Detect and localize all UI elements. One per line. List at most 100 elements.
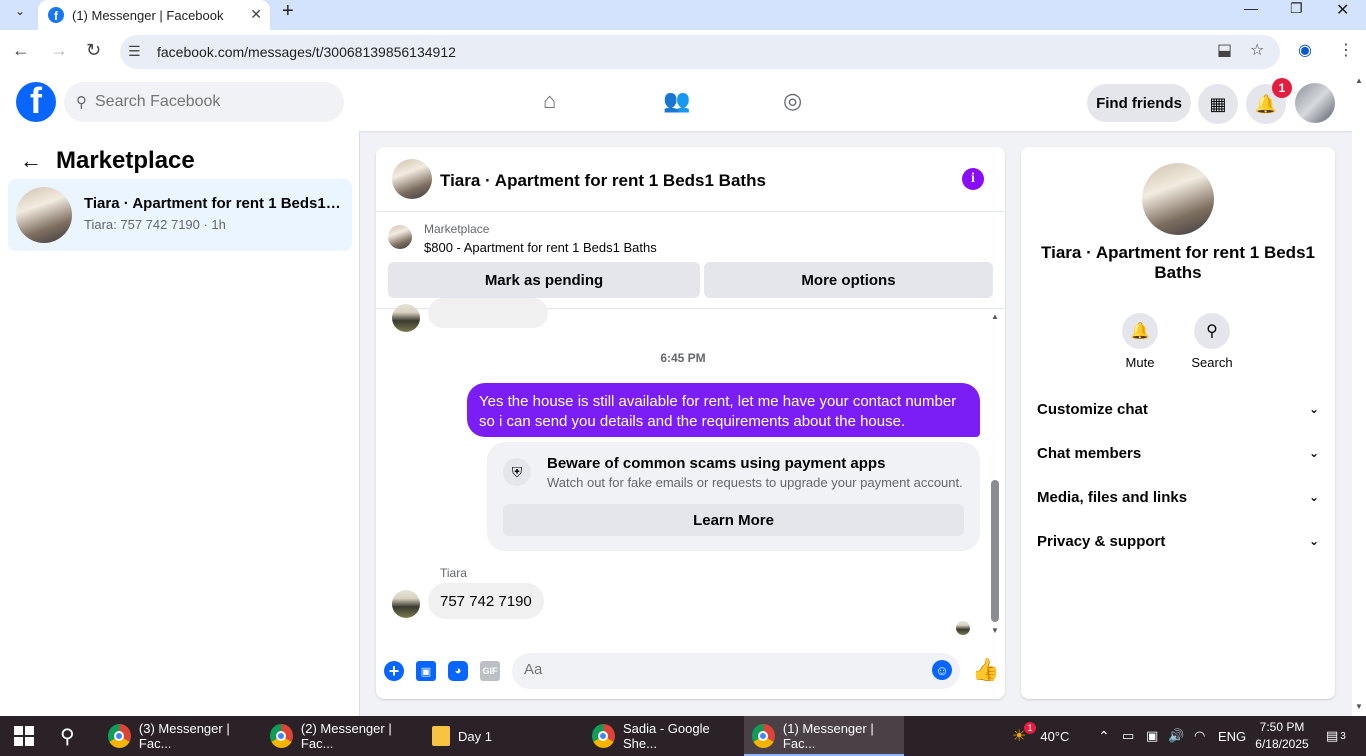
taskbar-item-label: (3) Messenger | Fac... — [138, 721, 230, 751]
tab-search-dropdown-icon[interactable]: ⌄ — [6, 0, 34, 22]
listing-mini-thumbnail — [388, 225, 412, 249]
taskbar-item-chrome-active[interactable]: (1) Messenger | Fac... — [744, 716, 904, 756]
url-text[interactable]: facebook.com/messages/t/3006813985613491… — [157, 44, 456, 60]
windows-start-icon[interactable] — [14, 726, 34, 746]
back-icon[interactable]: ← — [12, 40, 30, 61]
scam-warning-title: Beware of common scams using payment app… — [547, 455, 886, 472]
language-indicator[interactable]: ENG — [1218, 716, 1246, 756]
scroll-down-icon[interactable]: ▼ — [991, 626, 999, 635]
customize-chat-section[interactable]: Customize chat ⌄ — [1037, 397, 1319, 421]
sender-avatar[interactable] — [392, 590, 420, 618]
more-options-button[interactable]: More options — [704, 262, 993, 298]
profile-icon[interactable]: ◉ — [1298, 40, 1312, 60]
home-icon[interactable]: ⌂ — [543, 88, 556, 114]
taskbar-item-label: (1) Messenger | Fac... — [782, 721, 874, 751]
wifi-icon[interactable]: ◠ — [1194, 716, 1205, 756]
find-friends-button[interactable]: Find friends — [1087, 84, 1191, 122]
attach-image-icon[interactable]: ▣ — [416, 661, 436, 681]
sender-avatar[interactable] — [392, 304, 420, 332]
reload-icon[interactable]: ↻ — [86, 40, 101, 61]
bookmark-star-icon[interactable]: ☆ — [1250, 40, 1264, 60]
folder-icon — [432, 726, 450, 746]
scam-warning-description: Watch out for fake emails or requests to… — [547, 475, 963, 490]
conversation-item[interactable]: Tiara · Apartment for rent 1 Beds1 Baths… — [8, 179, 352, 251]
weather-widget[interactable]: ☀ 1 40°C — [1012, 716, 1069, 756]
restore-icon[interactable]: ❐ — [1290, 0, 1303, 18]
temperature: 40°C — [1040, 728, 1070, 744]
volume-icon[interactable]: 🔊 — [1168, 716, 1184, 756]
search-icon: ⚲ — [76, 94, 87, 111]
minimize-icon[interactable]: — — [1244, 0, 1258, 18]
facebook-header: f ⚲ ⌂ 👥 ◎ Find friends ▦ 🔔 1 — [0, 74, 1352, 131]
install-app-icon[interactable]: ⬓ — [1217, 40, 1232, 60]
browser-tab-active[interactable]: f (1) Messenger | Facebook ✕ — [38, 0, 270, 30]
forward-icon[interactable]: → — [50, 40, 68, 61]
bell-icon: 🔔 — [1122, 313, 1158, 349]
media-files-links-section[interactable]: Media, files and links ⌄ — [1037, 485, 1319, 509]
outgoing-message[interactable]: Yes the house is still available for ren… — [467, 383, 980, 437]
learn-more-button[interactable]: Learn More — [503, 504, 964, 536]
mute-button[interactable]: 🔔 Mute — [1110, 313, 1170, 370]
chat-title[interactable]: Tiara · Apartment for rent 1 Beds1 Baths — [440, 171, 766, 191]
message-icon: ▤ — [1326, 728, 1339, 743]
message-input[interactable] — [524, 661, 904, 678]
mute-label: Mute — [1125, 355, 1155, 370]
scroll-up-icon[interactable]: ▲ — [991, 312, 999, 321]
groups-icon[interactable]: ◎ — [783, 88, 802, 114]
search-conversation-button[interactable]: ⚲ Search — [1182, 313, 1242, 370]
notification-center-icon[interactable]: ▤ 3 — [1326, 716, 1346, 756]
listing-large-thumbnail[interactable] — [1142, 163, 1214, 235]
battery-icon[interactable]: ▭ — [1122, 716, 1134, 756]
search-icon: ⚲ — [1194, 313, 1230, 349]
info-panel-title: Tiara · Apartment for rent 1 Beds1 Baths — [1041, 243, 1315, 282]
privacy-support-section[interactable]: Privacy & support ⌄ — [1037, 529, 1319, 553]
taskbar-clock[interactable]: 7:50 PM 6/18/2025 — [1254, 719, 1310, 753]
chat-listing-thumbnail[interactable] — [392, 159, 432, 199]
omnibox[interactable]: ☰ facebook.com/messages/t/30068139856134… — [120, 35, 1280, 69]
search-label: Search — [1191, 355, 1233, 370]
incoming-message[interactable]: 757 742 7190 — [428, 583, 544, 619]
scam-warning-card: ⛨ Beware of common scams using payment a… — [487, 442, 980, 551]
plus-icon[interactable]: + — [384, 661, 404, 681]
gif-icon[interactable]: GIF — [480, 661, 500, 681]
taskbar-search-icon[interactable]: ⚲ — [60, 724, 75, 749]
chat-panel: Tiara · Apartment for rent 1 Beds1 Baths… — [376, 147, 1005, 699]
thumbs-up-icon[interactable]: 👍 — [972, 657, 999, 683]
tray-overflow-icon[interactable]: ⌃ — [1098, 716, 1110, 756]
menu-grid-icon[interactable]: ▦ — [1198, 84, 1238, 124]
new-tab-icon[interactable]: + — [282, 0, 294, 23]
facebook-search-input[interactable] — [95, 93, 315, 111]
window-close-icon[interactable]: ✕ — [1336, 0, 1349, 19]
info-icon[interactable]: i — [962, 168, 984, 190]
browser-menu-icon[interactable]: ⋮ — [1338, 40, 1354, 60]
section-label: Customize chat — [1037, 400, 1148, 418]
page-scrollbar[interactable]: ▲ ▼ — [1352, 74, 1366, 716]
facebook-search-box[interactable]: ⚲ — [64, 82, 344, 122]
panel-title: Marketplace — [56, 147, 195, 174]
scroll-down-icon[interactable]: ▼ — [1355, 702, 1363, 711]
mark-as-pending-button[interactable]: Mark as pending — [388, 262, 700, 298]
emoji-icon[interactable]: ☺ — [932, 660, 952, 680]
shield-icon: ⛨ — [503, 458, 531, 486]
listing-price[interactable]: $800 - Apartment for rent 1 Beds1 Baths — [424, 240, 657, 255]
scrollbar-thumb[interactable] — [991, 480, 999, 622]
chat-members-section[interactable]: Chat members ⌄ — [1037, 441, 1319, 465]
taskbar-item-chrome[interactable]: (3) Messenger | Fac... — [100, 716, 260, 756]
taskbar-item-chrome[interactable]: Sadia - Google She... — [584, 716, 742, 756]
facebook-logo-icon[interactable]: f — [16, 82, 56, 122]
account-avatar[interactable] — [1295, 83, 1335, 123]
sticker-icon[interactable]: ◕ — [448, 661, 468, 681]
conversation-name: Tiara · Apartment for rent 1 Beds1 Baths — [84, 195, 344, 212]
taskbar-item-folder[interactable]: Day 1 — [424, 716, 584, 756]
friends-icon[interactable]: 👥 — [663, 88, 690, 114]
tab-close-icon[interactable]: ✕ — [250, 6, 262, 23]
taskbar-item-chrome[interactable]: (2) Messenger | Fac... — [262, 716, 422, 756]
clock-date: 6/18/2025 — [1255, 737, 1309, 751]
scroll-up-icon[interactable]: ▲ — [1355, 76, 1363, 85]
back-arrow-icon[interactable]: ← — [20, 148, 42, 174]
message-scrollbar[interactable]: ▲ ▼ — [988, 310, 1002, 640]
meet-icon[interactable]: ▣ — [1146, 716, 1158, 756]
message-input-box[interactable] — [512, 653, 960, 689]
chrome-icon — [108, 724, 131, 748]
site-info-icon[interactable]: ☰ — [128, 43, 141, 60]
